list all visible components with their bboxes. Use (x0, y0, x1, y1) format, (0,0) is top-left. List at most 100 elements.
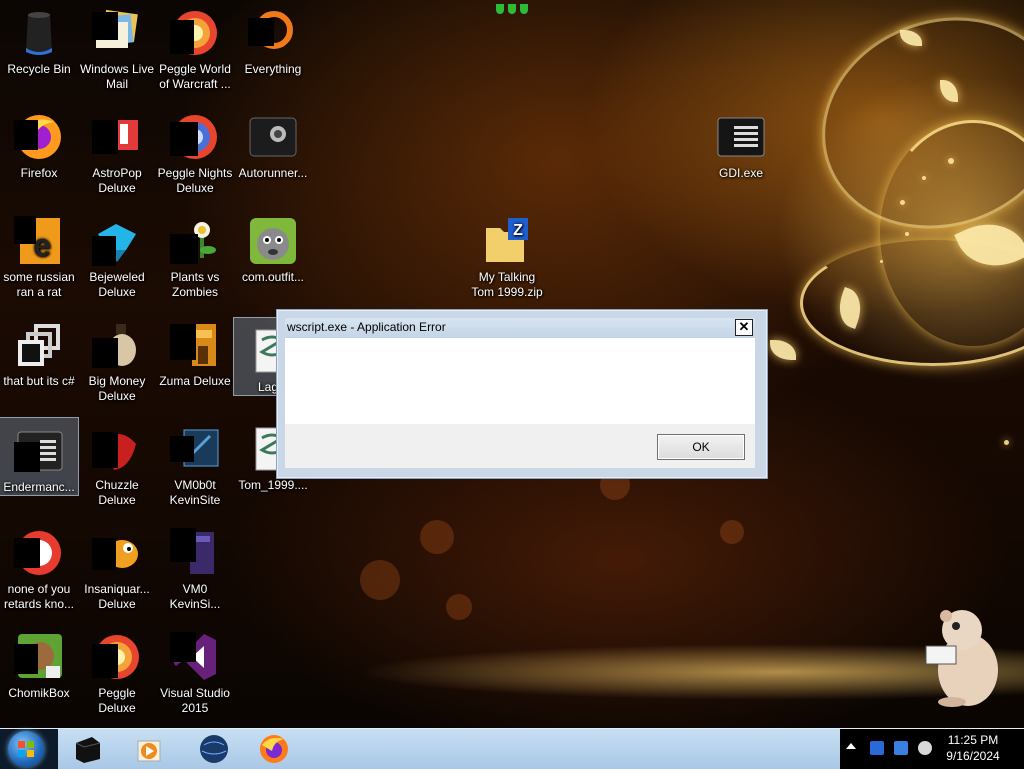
document-icon: e (14, 216, 64, 266)
desktop-icon-firefox[interactable]: Firefox (0, 104, 78, 181)
svg-text:Z: Z (513, 222, 523, 239)
desktop-icon-peggle-deluxe[interactable]: Peggle Deluxe (78, 624, 156, 716)
cmd-icon[interactable] (72, 733, 104, 765)
dialog-message-area (285, 338, 755, 424)
desktop-icon-visual-studio[interactable]: Visual Studio 2015 (156, 624, 234, 716)
firefox-icon[interactable] (258, 733, 290, 765)
desktop-icon-insaniquarium[interactable]: Insaniquar... Deluxe (78, 520, 156, 612)
talking-tom-icon (248, 216, 298, 266)
desktop-icon-peggle-nights[interactable]: Peggle Nights Deluxe (156, 104, 234, 196)
desktop-icon-zuma-deluxe[interactable]: Zuma Deluxe (156, 312, 234, 389)
dialog-titlebar[interactable]: wscript.exe - Application Error ✕ (285, 318, 755, 338)
redaction-block (14, 120, 38, 150)
search-icon (248, 8, 298, 58)
redaction-block (170, 632, 196, 662)
desktop-icon-label: Endermanc... (3, 480, 75, 494)
firefox-icon (14, 112, 64, 162)
dialog-title: wscript.exe - Application Error (287, 320, 446, 334)
globe-icon[interactable] (198, 733, 230, 765)
gem-icon (92, 216, 142, 266)
desktop-icon-label: com.outfit... (241, 270, 305, 284)
desktop-icon-peggle-wow[interactable]: Peggle World of Warcraft ... (156, 0, 234, 92)
desktop-icon-label: Visual Studio 2015 (160, 686, 230, 715)
hamster-icon (14, 632, 64, 682)
app-icon (14, 528, 64, 578)
redaction-block (170, 234, 198, 264)
desktop-icon-label: Chuzzle Deluxe (95, 478, 139, 507)
show-hidden-icons-icon[interactable] (846, 743, 856, 749)
redaction-block (170, 528, 196, 562)
game-icon (170, 320, 220, 370)
hamster-gadget[interactable] (922, 606, 1008, 710)
desktop-icon-label: ChomikBox (8, 686, 70, 700)
desktop-icon-autorunner[interactable]: Autorunner... (234, 104, 312, 181)
redaction-block (14, 644, 38, 674)
desktop-icon-label: Everything (244, 62, 302, 76)
desktop-icon-my-talking-tom-zip[interactable]: Z My Talking Tom 1999.zip (468, 208, 546, 300)
desktop-icon-label: Peggle Deluxe (98, 686, 136, 715)
visual-studio-icon (170, 632, 220, 682)
taskbar: 11:25 PM 9/16/2024 (0, 728, 1024, 769)
plant-icon (170, 216, 220, 266)
wallpaper-bokeh (360, 560, 400, 600)
desktop-icon-label: Tom_1999.... (238, 478, 308, 492)
desktop-icon-chomikbox[interactable]: ChomikBox (0, 624, 78, 701)
clock-date: 9/16/2024 (946, 749, 1000, 763)
redaction-block (92, 644, 118, 678)
wallpaper-bokeh (720, 520, 744, 544)
desktop-icon-label: My Talking Tom 1999.zip (471, 270, 543, 299)
clock[interactable]: 11:25 PM 9/16/2024 (930, 732, 1016, 764)
redaction-block (170, 436, 194, 462)
ok-button[interactable]: OK (657, 434, 745, 460)
desktop-icon-vm0b0t-kevinsite[interactable]: VM0b0t KevinSite (156, 416, 234, 508)
desktop-icon-label: VM0 KevinSi... (169, 582, 221, 611)
wallpaper-leaf (770, 340, 796, 360)
shortcut-icon (170, 424, 220, 474)
desktop-icon-label: AstroPop Deluxe (92, 166, 142, 195)
desktop-icon-everything[interactable]: Everything (234, 0, 312, 77)
mail-icon (92, 8, 142, 58)
peggle-icon (92, 632, 142, 682)
desktop-icon-recycle-bin[interactable]: Recycle Bin (0, 0, 78, 77)
desktop-icon-gdi-exe[interactable]: GDI.exe (702, 104, 780, 181)
app-icon (248, 112, 298, 162)
desktop-icon-some-russian[interactable]: e some russian ran a rat (0, 208, 78, 300)
desktop-icon-vm0-kevinsi[interactable]: VM0 KevinSi... (156, 520, 234, 612)
desktop-icon-label: Big Money Deluxe (88, 374, 146, 403)
redaction-block (92, 432, 118, 468)
redaction-block (14, 216, 36, 244)
desktop-icon-com-outfit[interactable]: com.outfit... (234, 208, 312, 285)
desktop-icon-none-of-you[interactable]: none of you retards kno... (0, 520, 78, 612)
media-player-icon[interactable] (134, 733, 166, 765)
error-dialog: wscript.exe - Application Error ✕ OK (276, 309, 768, 479)
desktop-icon-endermanc[interactable]: Endermanc... (0, 417, 79, 496)
desktop-icon-windows-live-mail[interactable]: Windows Live Mail (78, 0, 156, 92)
clock-time: 11:25 PM (947, 733, 999, 747)
wallpaper-sparkle (900, 200, 905, 205)
desktop-icon-label: Zuma Deluxe (159, 374, 231, 388)
desktop-icon-label: Firefox (20, 166, 58, 180)
network-icon[interactable] (870, 741, 884, 755)
desktop-icon-astropop[interactable]: AstroPop Deluxe (78, 104, 156, 196)
wallpaper-sparkle (905, 232, 909, 236)
close-button[interactable]: ✕ (735, 319, 753, 336)
recycle-bin-icon (14, 8, 64, 58)
redaction-block (14, 538, 40, 568)
desktop-icon-label: Insaniquar... Deluxe (84, 582, 150, 611)
redaction-block (248, 18, 274, 46)
desktop-icon-label: Plants vs Zombies (170, 270, 220, 299)
desktop-icon-big-money[interactable]: Big Money Deluxe (78, 312, 156, 404)
wallpaper-sparkle (922, 176, 926, 180)
desktop-icon-that-but-its-c[interactable]: that but its c# (0, 312, 78, 389)
desktop-icon-chuzzle[interactable]: Chuzzle Deluxe (78, 416, 156, 508)
redaction-block (170, 20, 194, 54)
monitor-icon[interactable] (894, 741, 908, 755)
start-orb-icon[interactable] (8, 731, 44, 767)
desktop-icon-plants-vs-zombies[interactable]: Plants vs Zombies (156, 208, 234, 300)
desktop: Recycle Bin Firefox e some russian ran a… (0, 0, 1024, 728)
zip-folder-icon: Z (482, 216, 532, 266)
console-icon (716, 112, 766, 162)
game-icon (92, 112, 142, 162)
peggle-icon (170, 8, 220, 58)
desktop-icon-bejeweled[interactable]: Bejeweled Deluxe (78, 208, 156, 300)
